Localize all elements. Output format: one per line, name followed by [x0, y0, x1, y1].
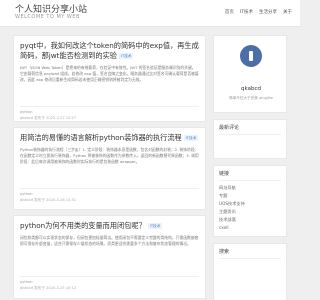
category-badge[interactable]: IT技术 — [118, 53, 134, 59]
link-item[interactable]: UOS技术支持 — [219, 200, 281, 208]
post-meta: qkabcd 发布于 2025-3-25 10:12 — [20, 286, 77, 290]
widget-title: 链接 — [219, 170, 281, 181]
post-tag[interactable]: python — [20, 280, 199, 284]
divider — [20, 106, 199, 107]
post-excerpt: Python装饰器的执行流程（三步走）1. 定义阶段：装饰器本身是函数，包含对函… — [20, 147, 199, 165]
link-item[interactable]: 网址导航 — [219, 184, 281, 192]
widget-latest-comments: 最新评论 — [213, 119, 287, 159]
sidebar: qkabcd 简单不仅大于完美 qingjike 最新评论 链接 网址导航 专题… — [213, 35, 287, 300]
widget-title: 最新评论 — [219, 124, 281, 135]
post-title-text[interactable]: 用简洁的易懂的语言解析python装饰器的执行流程 — [20, 133, 182, 142]
link-item[interactable]: 专题 — [219, 192, 281, 200]
widget-title: 搜索 — [219, 248, 281, 259]
main-nav: 首页 IT技术 生活分享 关于 — [225, 9, 292, 15]
post-card: 用简洁的易懂的语言解析python装饰器的执行流程 IT技术 Python装饰器的… — [13, 127, 206, 210]
profile-name: qkabcd — [241, 86, 261, 92]
category-badge[interactable]: IT技术 — [183, 135, 199, 141]
widget-links: 链接 网址导航 专题 UOS技术支持 主题资讯 技术部落 cxell — [213, 165, 287, 237]
post-excerpt: 闭包和类都可以实现状态的保存，但闭包更加轻量简洁。使用闭包不需要定义完整的类结构… — [20, 235, 199, 247]
profile-card: qkabcd 简单不仅大于完美 qingjike — [213, 35, 287, 113]
link-item[interactable]: 技术部落 — [219, 216, 281, 224]
post-tag[interactable]: python — [20, 110, 199, 114]
post-title-text[interactable]: python为何不用类的变量而用闭包呢？ — [20, 221, 146, 230]
divider — [20, 188, 199, 189]
link-item[interactable]: 主题资讯 — [219, 208, 281, 216]
post-meta: qkabcd 发布于 2025-3-26 13:51 — [20, 198, 77, 202]
nav-item-about[interactable]: 关于 — [283, 9, 292, 15]
nav-item-life[interactable]: 生活分享 — [259, 9, 277, 15]
post-excerpt: JWT（JSON Web Token）是把来的有效载荷，在验证中有效性。JWT … — [20, 65, 199, 83]
links-list: 网址导航 专题 UOS技术支持 主题资讯 技术部落 cxell — [219, 184, 281, 232]
profile-desc: 简单不仅大于完美 qingjike — [229, 96, 273, 100]
post-title[interactable]: 用简洁的易懂的语言解析python装饰器的执行流程 IT技术 — [20, 133, 199, 143]
site-subtitle: WELCOME TO MY WEB — [15, 14, 80, 20]
post-tag[interactable]: python — [20, 192, 199, 196]
post-title[interactable]: pyqt中，我如何改这个token的简码中的exp值，再生成简码，那jwt能否检… — [20, 41, 199, 61]
post-meta: qkabcd 发布于 2025-3-27 12:27 — [20, 116, 77, 120]
post-title[interactable]: python为何不用类的变量而用闭包呢？ IT技术 — [20, 221, 199, 231]
widget-search: 搜索 — [213, 243, 287, 300]
site-header: 个人知识分享小站 WELCOME TO MY WEB 首页 IT技术 生活分享 … — [0, 0, 300, 27]
post-card: pyqt中，我如何改这个token的简码中的exp值，再生成简码，那jwt能否检… — [13, 35, 206, 122]
post-card: python为何不用类的变量而用闭包呢？ IT技术 闭包和类都可以实现状态的保存，… — [13, 215, 206, 299]
post-title-text[interactable]: pyqt中，我如何改这个token的简码中的exp值，再生成简码，那jwt能否检… — [20, 41, 199, 60]
nav-item-home[interactable]: 首页 — [225, 9, 234, 15]
link-item[interactable]: cxell — [219, 224, 281, 232]
avatar[interactable] — [240, 45, 262, 67]
post-list: pyqt中，我如何改这个token的简码中的exp值，再生成简码，那jwt能否检… — [13, 35, 206, 300]
nav-item-it[interactable]: IT技术 — [240, 9, 253, 15]
category-badge[interactable]: IT技术 — [147, 223, 163, 229]
divider — [20, 276, 199, 277]
